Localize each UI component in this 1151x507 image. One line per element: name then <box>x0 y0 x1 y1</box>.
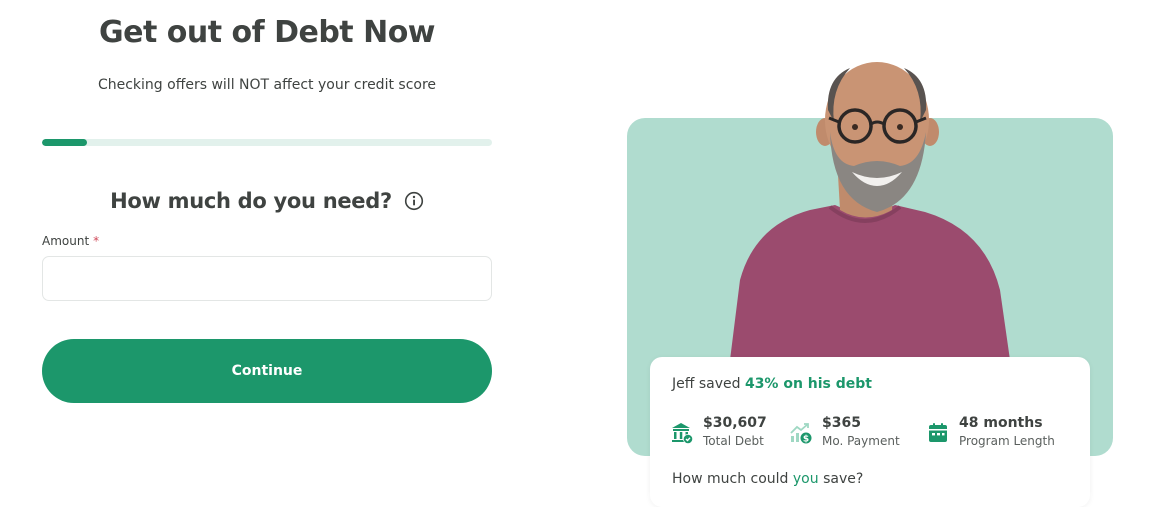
amount-label: Amount * <box>42 234 99 248</box>
amount-input[interactable] <box>42 256 492 301</box>
required-marker: * <box>93 234 100 248</box>
stat-total-debt: $30,607 Total Debt <box>670 414 767 450</box>
calendar-icon <box>926 421 950 445</box>
progress-bar-fill <box>42 139 87 146</box>
testimonial-photo <box>700 60 1030 360</box>
stat-value: 48 months <box>959 415 1043 431</box>
bank-icon <box>670 421 694 445</box>
save-question-pre: How much could <box>672 471 789 487</box>
chart-dollar-icon: $ <box>789 421 813 445</box>
savings-highlight: 43% on his debt <box>744 376 872 392</box>
stat-monthly-payment: $ $365 Mo. Payment <box>789 414 900 450</box>
question-heading: How much do you need? <box>110 189 392 213</box>
info-circle-icon[interactable] <box>404 191 424 211</box>
progress-bar <box>42 139 492 146</box>
stat-caption: Total Debt <box>703 434 764 448</box>
testimonial-card: Jeff saved 43% on his debt $30,607 Total… <box>650 357 1090 507</box>
stat-value: $365 <box>822 415 861 431</box>
page-subtitle: Checking offers will NOT affect your cre… <box>97 77 437 93</box>
amount-label-text: Amount <box>42 234 90 248</box>
continue-button[interactable]: Continue <box>42 339 492 403</box>
page-title: Get out of Debt Now <box>98 15 436 50</box>
stat-caption: Program Length <box>959 434 1055 448</box>
question-row: How much do you need? <box>42 189 492 213</box>
stat-caption: Mo. Payment <box>822 434 900 448</box>
testimonial-name: Jeff saved <box>672 376 741 392</box>
save-question-accent: you <box>792 471 819 487</box>
save-question: How much could you save? <box>672 471 863 487</box>
save-question-post: save? <box>823 471 864 487</box>
stat-value: $30,607 <box>703 415 767 431</box>
svg-text:$: $ <box>803 435 809 445</box>
testimonial-headline: Jeff saved 43% on his debt <box>672 376 872 392</box>
stat-program-length: 48 months Program Length <box>926 414 1055 450</box>
